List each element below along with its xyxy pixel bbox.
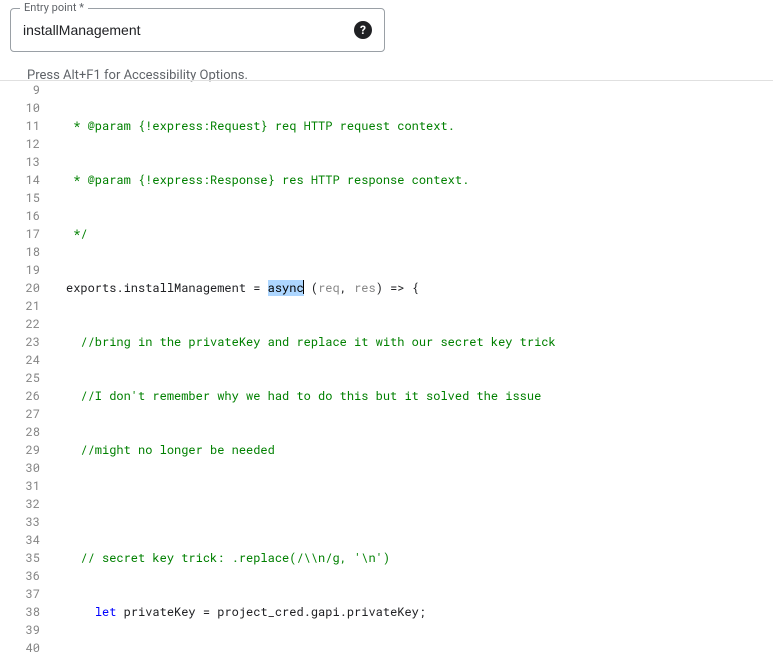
code-token: */ [66,226,88,242]
code-token: privateKey = project_cred.gapi.privateKe… [116,604,426,620]
line-number: 24 [0,351,58,369]
code-token: //I don't remember why we had to do this… [66,388,541,404]
line-number: 27 [0,405,58,423]
code-editor[interactable]: 9101112131415161718192021222324252627282… [0,80,773,658]
code-token: // secret key trick: .replace(/\\n/g, '\… [66,550,390,566]
line-number: 34 [0,531,58,549]
line-number: 12 [0,135,58,153]
line-number: 11 [0,117,58,135]
code-token: //bring in the privateKey and replace it… [66,334,556,350]
line-number: 21 [0,297,58,315]
line-number: 18 [0,243,58,261]
code-token: //might no longer be needed [66,442,275,458]
code-content[interactable]: * @param {!express:Request} req HTTP req… [58,81,773,658]
line-number: 36 [0,567,58,585]
entry-point-box: ? [10,8,385,52]
line-number: 20 [0,279,58,297]
entry-point-input[interactable] [23,22,346,38]
entry-point-field: Entry point * ? [10,8,385,52]
line-number: 31 [0,477,58,495]
line-number: 40 [0,639,58,657]
code-token: req [318,280,340,296]
line-number: 9 [0,81,58,99]
help-icon[interactable]: ? [354,21,372,39]
line-number: 30 [0,459,58,477]
code-token: , [340,280,354,296]
code-token: ) => { [376,280,419,296]
code-token: res [354,280,376,296]
entry-point-label: Entry point * [20,1,88,14]
code-token [66,604,95,620]
line-number: 29 [0,441,58,459]
line-number: 16 [0,207,58,225]
line-number: 28 [0,423,58,441]
line-number: 33 [0,513,58,531]
code-token: exports.installManagement = [66,280,268,296]
line-number: 15 [0,189,58,207]
line-number: 19 [0,261,58,279]
line-gutter: 9101112131415161718192021222324252627282… [0,81,58,658]
line-number: 10 [0,99,58,117]
line-number: 17 [0,225,58,243]
code-token: * @param {!express:Request} req HTTP req… [66,118,455,134]
code-token: * @param {!express:Response} res HTTP re… [66,172,469,188]
line-number: 25 [0,369,58,387]
line-number: 39 [0,621,58,639]
line-number: 38 [0,603,58,621]
line-number: 37 [0,585,58,603]
line-number: 35 [0,549,58,567]
line-number: 32 [0,495,58,513]
line-number: 26 [0,387,58,405]
line-number: 22 [0,315,58,333]
line-number: 23 [0,333,58,351]
line-number: 13 [0,153,58,171]
line-number: 14 [0,171,58,189]
selection-async: async [268,280,304,296]
code-token: let [95,604,117,620]
code-token: ( [304,280,318,296]
